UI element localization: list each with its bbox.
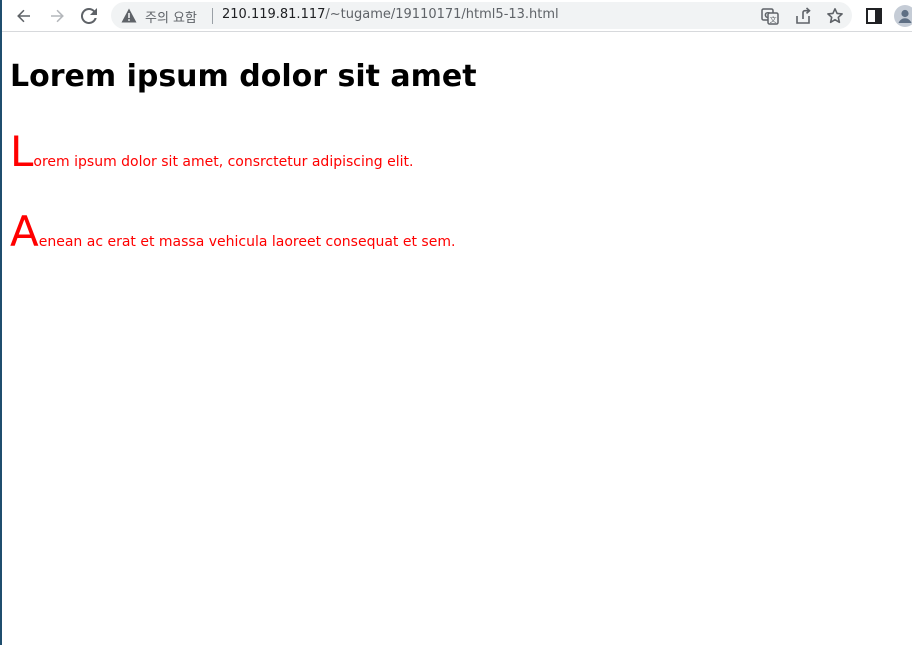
url-text[interactable]: 210.119.81.117/~tugame/19110171/html5-13… bbox=[222, 7, 559, 22]
security-status-label[interactable]: 주의 요함 bbox=[145, 7, 197, 26]
browser-window: 주의 요함 210.119.81.117/~tugame/19110171/ht… bbox=[0, 0, 912, 645]
url-path: /~tugame/19110171/html5-13.html bbox=[325, 7, 559, 22]
reload-button[interactable] bbox=[77, 4, 101, 28]
svg-text:文: 文 bbox=[770, 15, 777, 24]
side-panel-icon[interactable] bbox=[864, 6, 884, 26]
warning-icon[interactable] bbox=[121, 8, 137, 23]
paragraph-1: Lorem ipsum dolor sit amet, consrctetur … bbox=[10, 131, 413, 173]
reload-icon bbox=[81, 8, 97, 24]
drop-cap-letter: A bbox=[10, 207, 39, 256]
forward-arrow-icon bbox=[51, 9, 64, 23]
drop-cap-letter: L bbox=[10, 127, 34, 176]
forward-button[interactable] bbox=[45, 4, 69, 28]
page-heading: Lorem ipsum dolor sit amet bbox=[10, 59, 477, 94]
url-host: 210.119.81.117 bbox=[222, 7, 326, 22]
omnibox-divider bbox=[212, 8, 213, 24]
back-button[interactable] bbox=[12, 4, 36, 28]
share-icon[interactable] bbox=[794, 7, 812, 25]
paragraph-2: Aenean ac erat et massa vehicula laoreet… bbox=[10, 211, 455, 253]
paragraph-text: orem ipsum dolor sit amet, consrctetur a… bbox=[33, 154, 414, 170]
paragraph-text: enean ac erat et massa vehicula laoreet … bbox=[38, 234, 456, 250]
back-arrow-icon bbox=[17, 9, 30, 23]
profile-avatar-icon[interactable] bbox=[894, 5, 912, 27]
address-bar[interactable]: 주의 요함 210.119.81.117/~tugame/19110171/ht… bbox=[111, 2, 852, 29]
translate-icon[interactable]: G 文 bbox=[761, 7, 779, 25]
page-content: Lorem ipsum dolor sit amet Lorem ipsum d… bbox=[10, 33, 912, 645]
browser-toolbar: 주의 요함 210.119.81.117/~tugame/19110171/ht… bbox=[2, 0, 912, 32]
bookmark-star-icon[interactable] bbox=[826, 7, 844, 25]
